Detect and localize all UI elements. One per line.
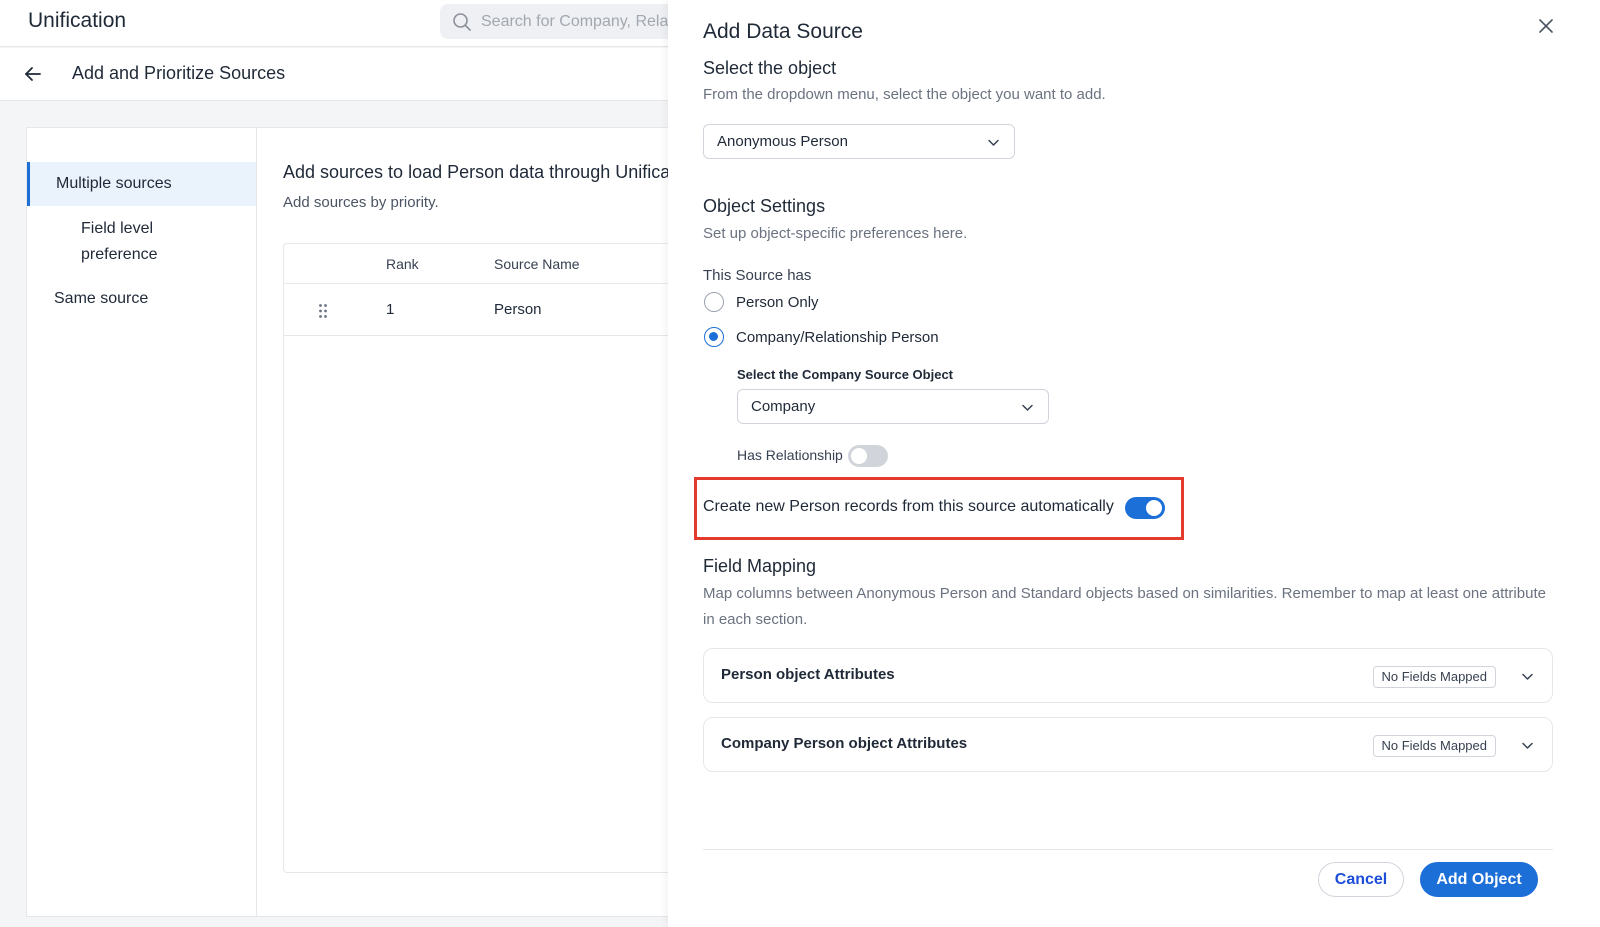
add-object-button[interactable]: Add Object	[1420, 862, 1538, 897]
search-icon	[453, 12, 471, 31]
accordion-title: Company Person object Attributes	[721, 735, 968, 752]
chevron-down-icon[interactable]	[1521, 739, 1534, 752]
side-nav: Multiple sources Field level preference …	[27, 128, 257, 916]
create-records-toggle[interactable]	[1125, 497, 1165, 519]
app-title: Unification	[28, 9, 127, 32]
drawer-title: Add Data Source	[703, 20, 863, 43]
radio-label: Person Only	[736, 293, 819, 311]
toggle-knob	[851, 448, 867, 464]
field-mapping-description: Map columns between Anonymous Person and…	[703, 585, 1546, 628]
back-arrow-icon[interactable]	[22, 63, 44, 85]
status-badge: No Fields Mapped	[1372, 735, 1496, 757]
content-subtitle: Add sources by priority.	[283, 194, 439, 211]
drag-handle-icon[interactable]	[318, 303, 328, 319]
accordion-title: Person object Attributes	[721, 666, 895, 683]
object-settings-title: Object Settings	[703, 196, 826, 216]
toggle-knob	[1146, 500, 1162, 516]
nav-item-field-level-preference[interactable]: Field level preference	[81, 216, 201, 268]
radio-button[interactable]	[704, 292, 724, 312]
radio-label: Company/Relationship Person	[736, 328, 939, 346]
cell-source-name: Person	[494, 301, 542, 318]
radio-button-checked[interactable]	[704, 327, 724, 347]
cell-rank: 1	[386, 301, 395, 318]
nav-item-multiple-sources[interactable]: Multiple sources	[27, 162, 256, 206]
column-header-rank: Rank	[386, 256, 419, 272]
field-mapping-title: Field Mapping	[703, 556, 817, 576]
content-title: Add sources to load Person data through …	[283, 162, 700, 182]
object-settings-description: Set up object-specific preferences here.	[703, 225, 968, 242]
radio-company-relationship-person[interactable]: Company/Relationship Person	[704, 327, 939, 347]
accordion-company-person-object-attributes[interactable]: Company Person object Attributes No Fiel…	[703, 717, 1553, 772]
status-badge: No Fields Mapped	[1372, 666, 1496, 688]
has-relationship-toggle[interactable]	[848, 445, 888, 467]
radio-person-only[interactable]: Person Only	[704, 292, 819, 312]
chevron-down-icon	[988, 139, 999, 146]
select-object-title: Select the object	[703, 58, 837, 78]
footer-divider	[703, 849, 1553, 850]
chevron-down-icon	[1022, 404, 1033, 411]
page-title: Add and Prioritize Sources	[72, 63, 286, 83]
has-relationship-label: Has Relationship	[737, 447, 843, 463]
create-records-label: Create new Person records from this sour…	[703, 498, 1114, 515]
chevron-down-icon[interactable]	[1521, 670, 1534, 683]
select-object-description: From the dropdown menu, select the objec…	[703, 86, 1106, 103]
column-header-source-name: Source Name	[494, 256, 580, 272]
accordion-person-object-attributes[interactable]: Person object Attributes No Fields Mappe…	[703, 648, 1553, 703]
close-icon[interactable]	[1536, 16, 1556, 36]
source-has-label: This Source has	[703, 267, 812, 284]
cancel-button[interactable]: Cancel	[1318, 862, 1404, 897]
company-source-label: Select the Company Source Object	[737, 367, 954, 382]
add-data-source-drawer: Add Data Source Select the object From t…	[668, 0, 1600, 927]
object-select[interactable]: Anonymous Person	[703, 124, 1015, 159]
object-select-value: Anonymous Person	[717, 133, 848, 150]
company-source-select-value: Company	[751, 398, 816, 415]
nav-item-same-source[interactable]: Same source	[54, 286, 148, 312]
company-source-select[interactable]: Company	[737, 389, 1049, 424]
